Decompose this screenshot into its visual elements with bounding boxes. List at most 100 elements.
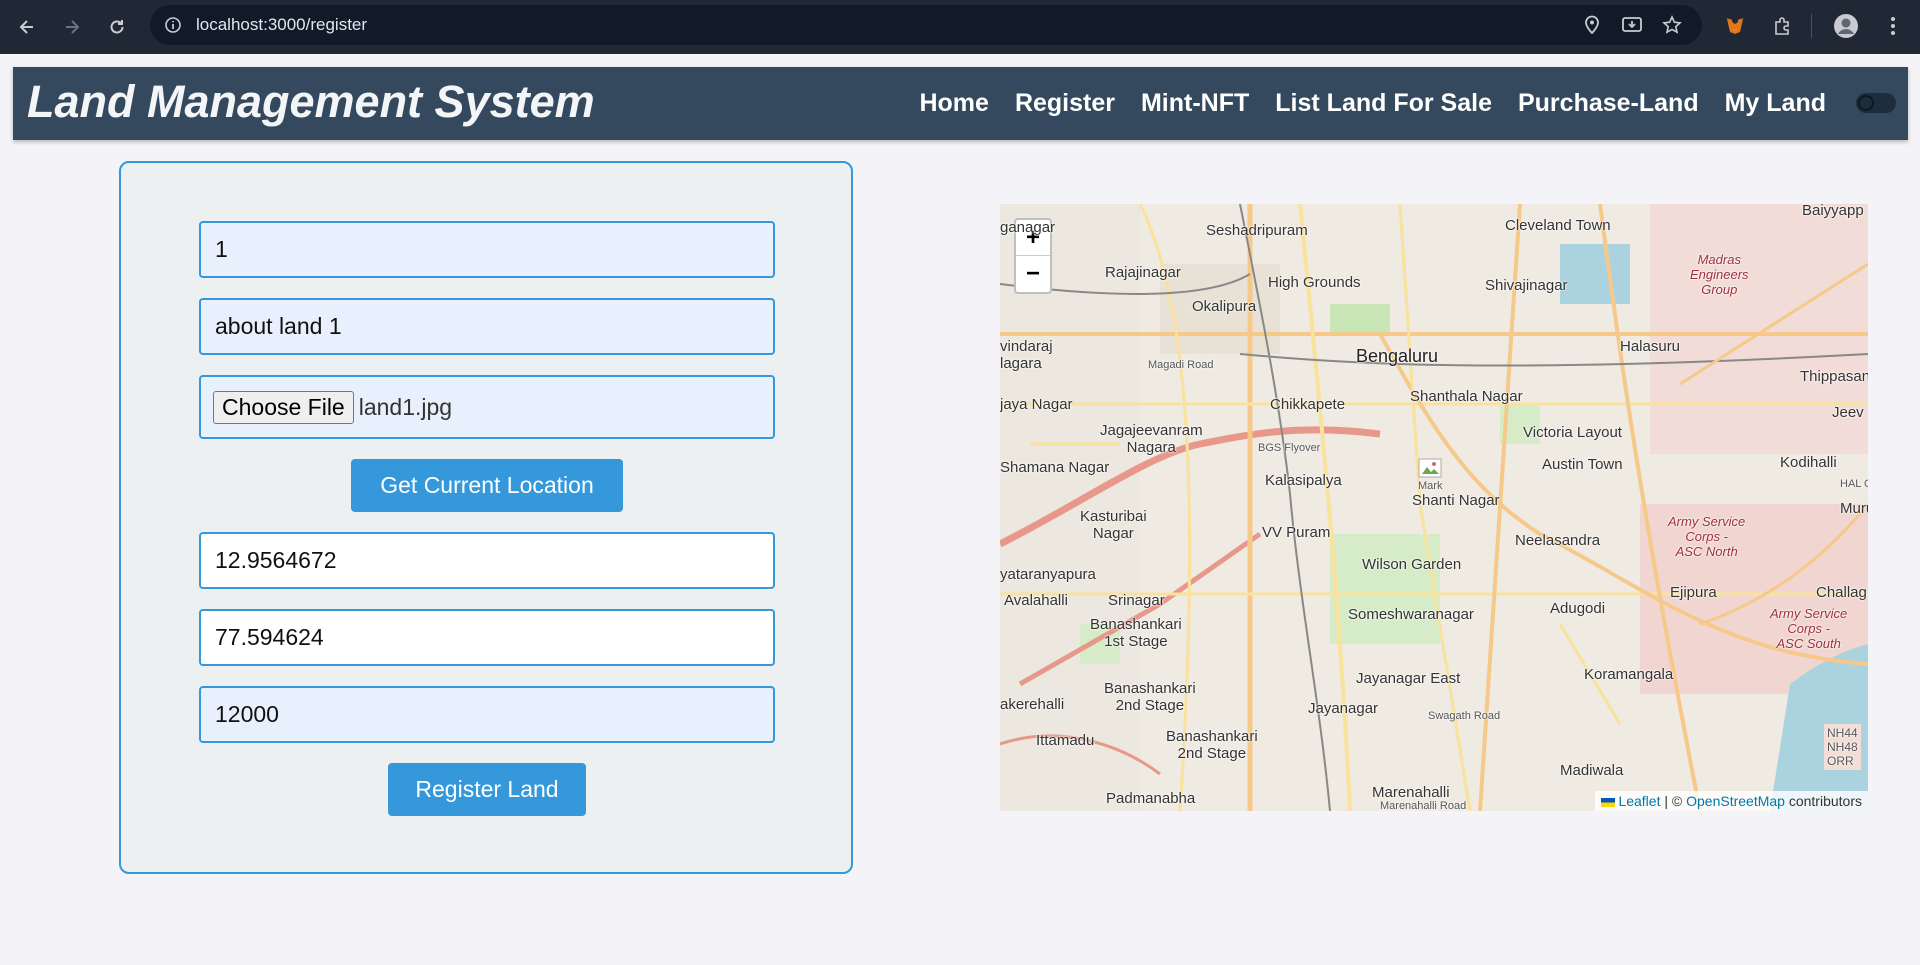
map-label: Padmanabha (1106, 790, 1196, 807)
map-label: Kalasipalya (1265, 472, 1342, 489)
map-label-marker: Mark (1418, 480, 1443, 492)
map-label: Koramangala (1584, 666, 1674, 683)
map-label: Army Service Corps - ASC South (1770, 606, 1848, 651)
nav-my-land[interactable]: My Land (1725, 89, 1826, 118)
browser-menu-icon[interactable] (1878, 11, 1908, 41)
file-name-label: land1.jpg (358, 393, 453, 420)
url-text[interactable]: localhost:3000/register (196, 5, 367, 45)
attribution-separator: | © (1660, 793, 1687, 809)
forward-icon[interactable] (57, 12, 87, 42)
profile-avatar-icon[interactable] (1831, 11, 1861, 41)
map-label: Madiwala (1560, 762, 1624, 779)
map-label: Jayanagar East (1356, 670, 1461, 687)
register-land-form: Choose File land1.jpg Get Current Locati… (119, 161, 853, 874)
reload-icon[interactable] (102, 12, 132, 42)
leaflet-link[interactable]: Leaflet (1618, 793, 1660, 809)
map-label: Chikkapete (1270, 396, 1346, 413)
location-map[interactable]: + − ganagar Seshadripuram Cleveland Town… (1000, 204, 1868, 811)
map-label: Avalahalli (1004, 592, 1068, 609)
address-bar[interactable]: localhost:3000/register (150, 5, 1702, 45)
map-label: Marenahalli (1372, 784, 1450, 801)
extensions-icon[interactable] (1767, 11, 1797, 41)
map-label: HAL O (1840, 478, 1868, 490)
nav-mint-nft[interactable]: Mint-NFT (1141, 89, 1249, 118)
map-label: vindaraj lagara (1000, 338, 1053, 372)
map-label: Rajajinagar (1105, 264, 1181, 281)
site-info-icon[interactable] (160, 12, 186, 38)
map-label: Jayanagar (1308, 700, 1379, 717)
map-label: Kasturibai Nagar (1080, 508, 1147, 542)
map-label: yataranyapura (1000, 566, 1096, 583)
toolbar-divider (1811, 14, 1812, 38)
map-label: Someshwaranagar (1348, 606, 1474, 623)
map-label: Wilson Garden (1362, 556, 1462, 573)
map-label: Banashankari 2nd Stage (1104, 680, 1196, 714)
location-icon[interactable] (1580, 13, 1604, 37)
description-input[interactable] (199, 298, 775, 355)
nav-list-land-for-sale[interactable]: List Land For Sale (1275, 89, 1492, 118)
bookmark-star-icon[interactable] (1660, 13, 1684, 37)
nav-home[interactable]: Home (919, 89, 988, 118)
nav-purchase-land[interactable]: Purchase-Land (1518, 89, 1699, 118)
get-current-location-button[interactable]: Get Current Location (351, 459, 623, 512)
map-label: Magadi Road (1148, 359, 1214, 371)
nav-register[interactable]: Register (1015, 89, 1115, 118)
map-label: Baiyyapp (1802, 204, 1864, 219)
map-label: Ittamadu (1036, 732, 1095, 749)
map-label: Neelasandra (1515, 532, 1601, 549)
map-label: BGS Flyover (1258, 442, 1321, 454)
app-title: Land Management System (27, 76, 595, 127)
map-label: Muru (1840, 500, 1868, 517)
map-label: Victoria Layout (1523, 424, 1622, 441)
longitude-input[interactable] (199, 609, 775, 666)
map-label: Austin Town (1542, 456, 1623, 473)
map-label: Swagath Road (1428, 710, 1501, 722)
register-land-button[interactable]: Register Land (388, 763, 586, 816)
install-app-icon[interactable] (1620, 13, 1644, 37)
map-label: Jagajeevanram Nagara (1100, 422, 1203, 456)
app-header: Land Management System Home Register Min… (13, 67, 1908, 140)
choose-file-button[interactable]: Choose File (213, 390, 354, 424)
main-nav: Home Register Mint-NFT List Land For Sal… (919, 67, 1826, 140)
map-label: Shanti Nagar (1412, 492, 1500, 509)
toggle-knob (1858, 95, 1874, 111)
map-attribution: Leaflet | © OpenStreetMap contributors (1595, 791, 1868, 811)
latitude-input[interactable] (199, 532, 775, 589)
map-label: akerehalli (1000, 696, 1065, 713)
map-label: Shamana Nagar (1000, 459, 1110, 476)
browser-toolbar: localhost:3000/register (0, 0, 1920, 54)
map-label: Adugodi (1550, 600, 1606, 617)
map-label: Banashankari 2nd Stage (1166, 728, 1258, 762)
image-file-input[interactable]: Choose File land1.jpg (199, 375, 775, 439)
highway-shield: NH44 NH48 ORR (1824, 724, 1861, 770)
map-label: Bengaluru (1356, 346, 1439, 366)
map-label: Halasuru (1620, 338, 1681, 355)
land-id-input[interactable] (199, 221, 775, 278)
map-label: Thippasan (1800, 368, 1868, 385)
map-label: Madras Engineers Group (1690, 252, 1749, 297)
ukraine-flag-icon (1601, 797, 1616, 807)
map-label: Shanthala Nagar (1410, 388, 1523, 405)
map-label: Cleveland Town (1505, 217, 1611, 234)
theme-toggle[interactable] (1856, 93, 1896, 113)
map-label: Challagh (1816, 584, 1868, 601)
map-label: High Grounds (1268, 274, 1361, 291)
back-icon[interactable] (12, 12, 42, 42)
map-label: VV Puram (1262, 524, 1331, 541)
map-label: Ejipura (1670, 584, 1717, 601)
map-label: Jeev (1832, 404, 1864, 421)
price-input[interactable] (199, 686, 775, 743)
map-label: ganagar (1000, 219, 1056, 236)
zoom-out-button[interactable]: − (1016, 256, 1050, 292)
map-label: Banashankari 1st Stage (1090, 616, 1182, 650)
attribution-suffix: contributors (1784, 793, 1862, 809)
map-label: jaya Nagar (1000, 396, 1073, 413)
map-label: Kodihalli (1780, 454, 1837, 471)
map-label: Marenahalli Road (1380, 800, 1467, 811)
metamask-icon[interactable] (1720, 11, 1750, 41)
map-marker-icon[interactable] (1418, 458, 1444, 480)
map-label: Srinagar (1108, 592, 1165, 609)
map-label: Army Service Corps - ASC North (1668, 514, 1746, 559)
openstreetmap-link[interactable]: OpenStreetMap (1686, 793, 1785, 809)
map-label: Okalipura (1192, 298, 1257, 315)
